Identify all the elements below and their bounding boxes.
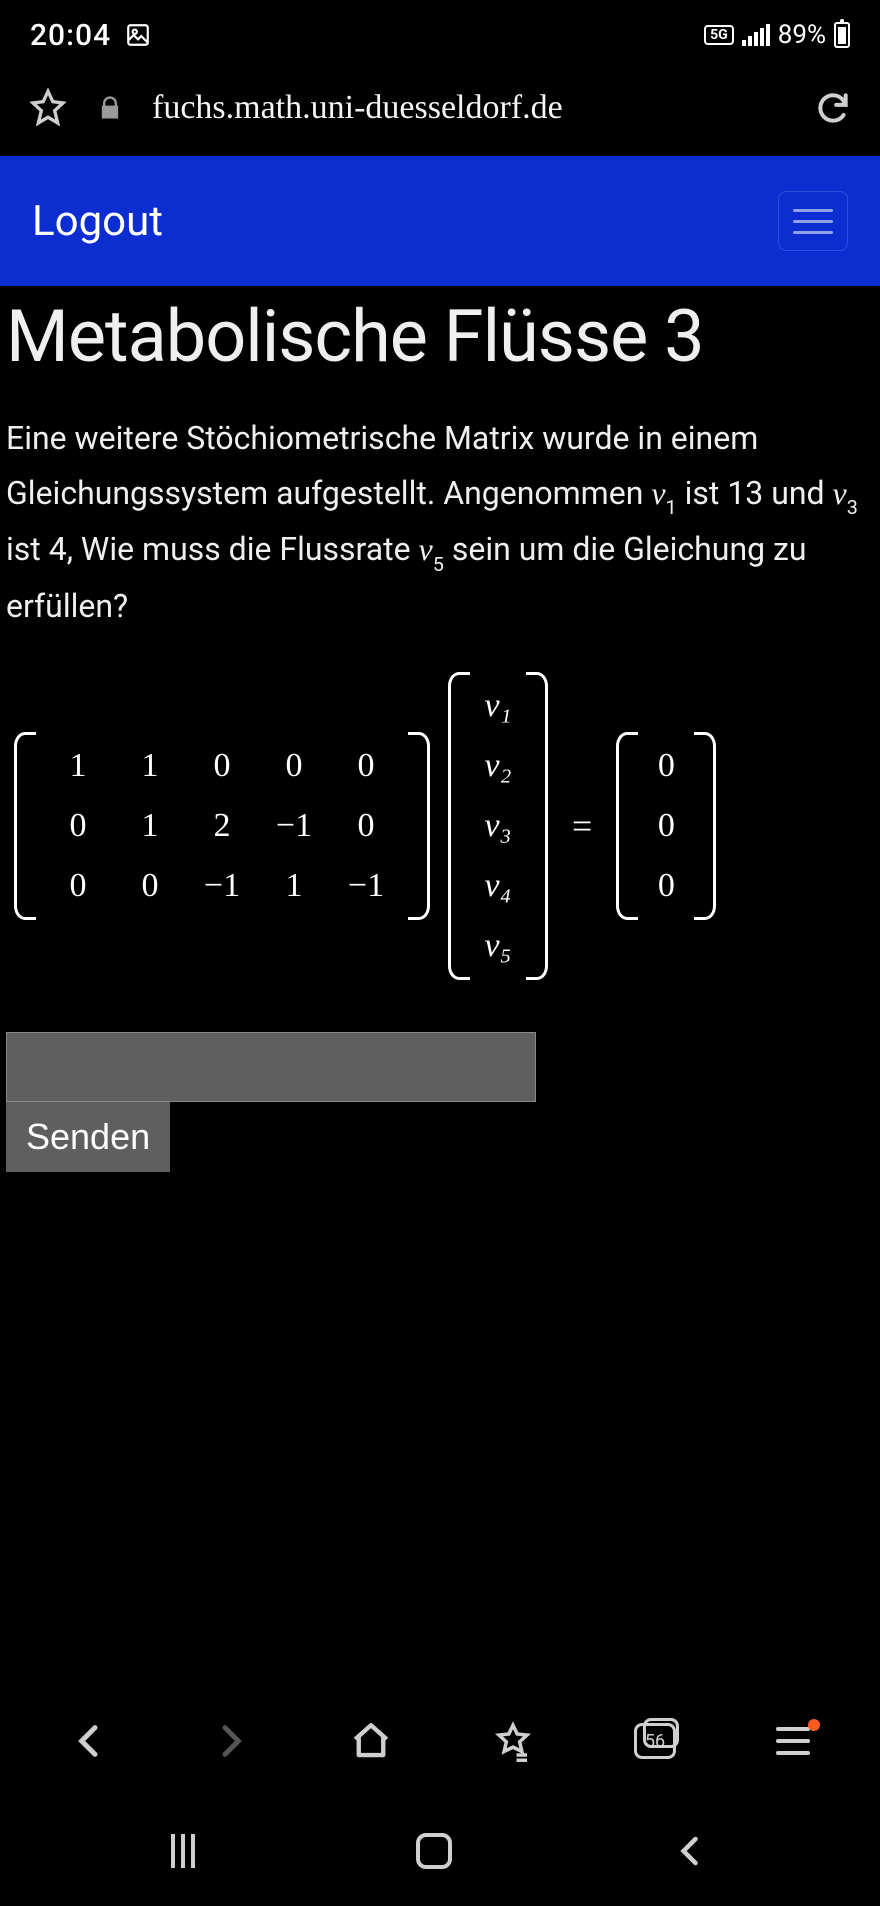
system-back-button[interactable] (673, 1833, 709, 1869)
home-button[interactable] (416, 1833, 452, 1869)
page-content: Metabolische Flüsse 3 Eine weitere Stöch… (0, 286, 880, 1172)
vector-v: v₁ v₂ v₃ v₄ v₅ (448, 672, 548, 980)
network-type-icon: 5G (704, 25, 734, 45)
back-icon[interactable] (70, 1721, 110, 1761)
lock-icon (96, 94, 124, 122)
home-icon[interactable] (350, 1720, 392, 1762)
status-bar: 20:04 5G 89% (0, 0, 880, 70)
hamburger-menu-icon[interactable] (778, 191, 848, 251)
app-header: Logout (0, 156, 880, 286)
reload-icon[interactable] (814, 89, 852, 127)
vector-zero: 0 0 0 (616, 732, 716, 920)
answer-input[interactable] (6, 1032, 536, 1102)
bookmark-star-icon[interactable] (28, 88, 68, 128)
browser-menu-icon[interactable] (776, 1727, 810, 1755)
matrix-A: 11000 012−10 00−11−1 (14, 732, 430, 920)
screenshot-icon (125, 22, 151, 48)
browser-bottom-nav: 56 (0, 1686, 880, 1796)
matrix-equation: 11000 012−10 00−11−1 v₁ v₂ v₃ v₄ v₅ = 0 (6, 672, 874, 980)
tab-switcher-button[interactable]: 56 (634, 1723, 676, 1759)
status-time: 20:04 (30, 18, 111, 53)
signal-icon (742, 24, 770, 46)
logout-link[interactable]: Logout (32, 197, 163, 246)
browser-address-bar: fuchs.math.uni-duesseldorf.de (0, 70, 880, 156)
system-nav-bar (0, 1796, 880, 1906)
url-text[interactable]: fuchs.math.uni-duesseldorf.de (152, 89, 786, 127)
forward-icon[interactable] (210, 1721, 250, 1761)
submit-button[interactable]: Senden (6, 1102, 170, 1172)
page-title: Metabolische Flüsse 3 (6, 296, 874, 379)
recents-button[interactable] (171, 1834, 195, 1868)
bookmarks-star-icon[interactable] (492, 1720, 534, 1762)
battery-percent: 89% (778, 20, 826, 50)
battery-icon (834, 22, 850, 48)
question-text: Eine weitere Stöchiometrische Matrix wur… (6, 411, 874, 634)
equals-sign: = (566, 805, 598, 847)
